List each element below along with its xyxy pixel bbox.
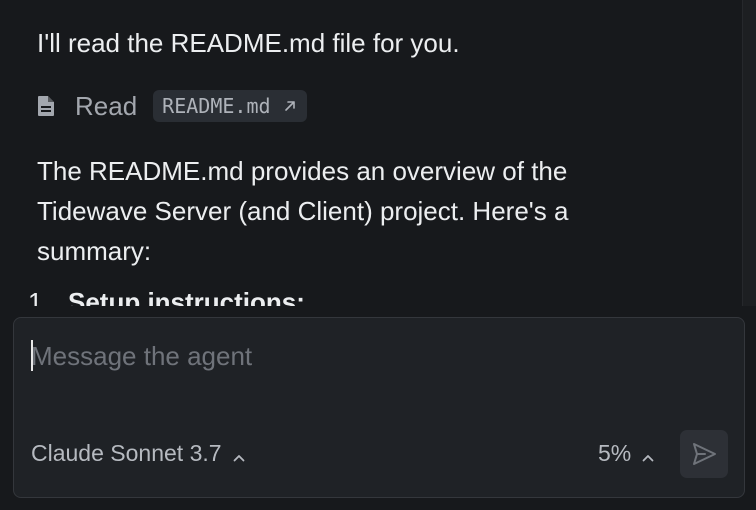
list-item-title: Setup instructions: bbox=[68, 287, 305, 306]
context-usage-selector[interactable]: 5% bbox=[598, 438, 654, 468]
chevron-up-icon bbox=[642, 449, 654, 462]
model-selector[interactable]: Claude Sonnet 3.7 bbox=[31, 438, 245, 468]
message-list: I'll read the README.md file for you. Re… bbox=[0, 0, 742, 306]
context-usage-value: 5% bbox=[598, 440, 632, 466]
tool-call-read: Read README.md bbox=[37, 90, 307, 122]
list-item-number: 1. bbox=[28, 287, 50, 306]
message-input[interactable] bbox=[31, 336, 721, 376]
send-button[interactable] bbox=[680, 430, 728, 478]
message-list-scrollbar[interactable] bbox=[742, 0, 756, 306]
chevron-up-icon bbox=[233, 449, 245, 462]
agent-chat-panel: I'll read the README.md file for you. Re… bbox=[0, 0, 756, 510]
assistant-message-intro: I'll read the README.md file for you. bbox=[37, 28, 460, 58]
message-composer: Claude Sonnet 3.7 5% bbox=[13, 317, 745, 498]
list-item: 1. Setup instructions: bbox=[28, 282, 305, 306]
send-icon bbox=[690, 440, 718, 468]
text-caret bbox=[31, 340, 33, 371]
file-link-chip[interactable]: README.md bbox=[153, 90, 307, 122]
assistant-message-summary: The README.md provides an overview of th… bbox=[37, 156, 569, 266]
tool-action-label: Read bbox=[75, 91, 138, 121]
file-name: README.md bbox=[162, 94, 271, 118]
document-icon bbox=[37, 96, 55, 116]
arrow-up-right-icon bbox=[283, 99, 297, 113]
model-name: Claude Sonnet 3.7 bbox=[31, 440, 222, 466]
